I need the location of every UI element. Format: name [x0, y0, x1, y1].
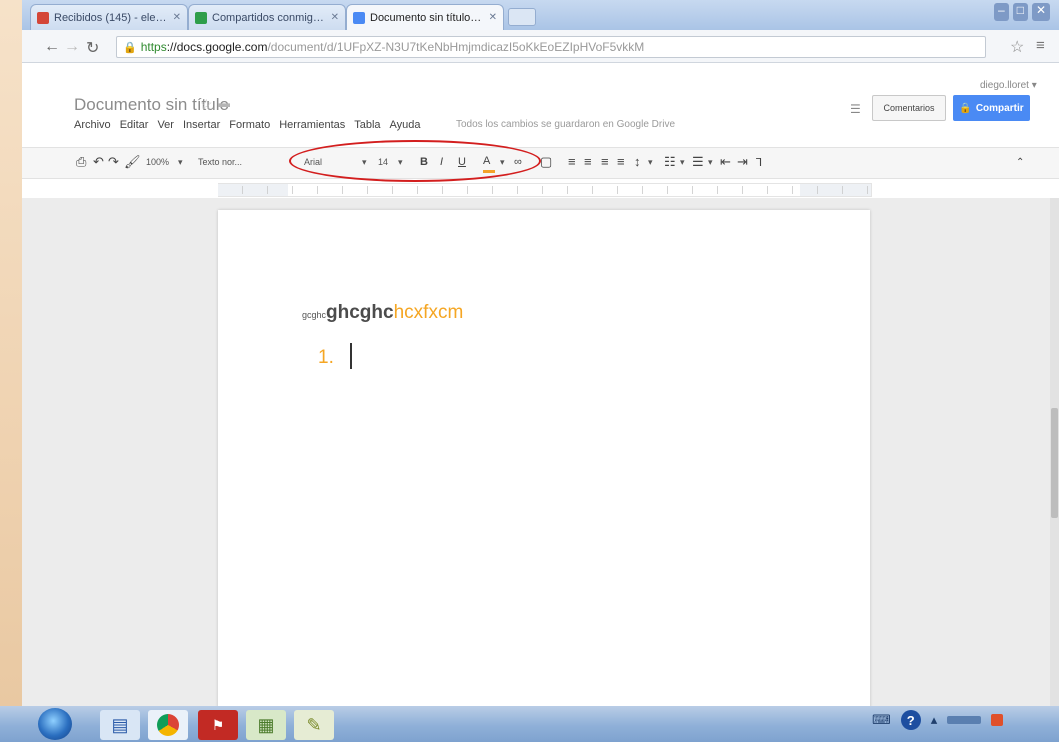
align-left-icon[interactable]: ≡ [568, 154, 576, 169]
menu-formato[interactable]: Formato [229, 119, 270, 131]
text-run-orange: hcxfxcm [393, 302, 464, 323]
language-icon[interactable]: ⌨ [872, 712, 891, 728]
network-icon[interactable] [947, 716, 982, 724]
close-icon[interactable]: ✕ [331, 12, 339, 23]
desktop-background [0, 0, 22, 742]
collapse-menus-icon[interactable]: ⌃ [1016, 157, 1024, 168]
ruler-ticks [218, 186, 872, 194]
show-hidden-icons-icon[interactable]: ▴ [931, 712, 938, 728]
image-viewer-taskbar-icon[interactable]: ▦ [246, 710, 286, 740]
chevron-down-icon[interactable]: ▾ [708, 157, 713, 168]
lock-icon: 🔒 [959, 102, 972, 114]
url-scheme: https [140, 40, 167, 54]
minimize-icon[interactable]: – [994, 3, 1009, 21]
lock-icon: 🔒 [123, 41, 137, 54]
url-input[interactable]: 🔒 https ://docs.google.com /document/d/1… [116, 36, 986, 58]
comment-list-icon[interactable]: ☰ [850, 102, 861, 116]
tab-docs[interactable]: Documento sin título - G… ✕ [346, 4, 504, 30]
align-center-icon[interactable]: ≡ [584, 154, 592, 169]
gmail-icon [37, 11, 49, 24]
system-tray: ⌨ ? ▴ [872, 710, 1004, 730]
scrollbar-thumb[interactable] [1051, 408, 1058, 518]
tab-label: Compartidos conmigo - … [212, 11, 326, 24]
start-button[interactable] [38, 708, 72, 740]
account-switcher[interactable]: diego.lloret ▾ [980, 80, 1037, 91]
bulleted-list-icon[interactable]: ☰ [692, 154, 704, 170]
menu-ver[interactable]: Ver [157, 119, 174, 131]
save-status[interactable]: Todos los cambios se guardaron en Google… [456, 119, 675, 130]
comment-icon[interactable]: ▢ [540, 154, 552, 170]
zoom-select[interactable]: 100% [146, 157, 169, 167]
text-cursor [350, 343, 352, 369]
window-controls: – □ ✕ [994, 3, 1050, 21]
folder-icon[interactable]: ▬ [218, 96, 230, 110]
bookmark-star-icon[interactable]: ☆ [1010, 37, 1024, 57]
text-run-bold: ghcghc [326, 302, 394, 323]
align-right-icon[interactable]: ≡ [601, 154, 609, 169]
url-path: /document/d/1UFpXZ-N3U7tKeNbHmjmdicazI5o… [267, 40, 645, 54]
menu-archivo[interactable]: Archivo [74, 119, 111, 131]
list-item-number: 1. [318, 347, 334, 368]
docs-icon [353, 11, 365, 24]
chrome-taskbar-icon[interactable] [148, 710, 188, 740]
tab-label: Documento sin título - G… [370, 11, 484, 24]
undo-icon[interactable]: ↶ [93, 154, 104, 170]
chevron-down-icon[interactable]: ▾ [178, 157, 183, 168]
document-page[interactable] [218, 210, 870, 720]
numbered-list-icon[interactable]: ☷ [664, 154, 676, 170]
close-window-icon[interactable]: ✕ [1031, 3, 1050, 21]
menu-herramientas[interactable]: Herramientas [279, 119, 345, 131]
style-select[interactable]: Texto nor... [198, 157, 242, 167]
menu-ayuda[interactable]: Ayuda [390, 119, 421, 131]
chevron-down-icon[interactable]: ▾ [680, 157, 685, 168]
antivirus-icon[interactable] [991, 714, 1004, 726]
menu-tabla[interactable]: Tabla [354, 119, 380, 131]
forward-arrow-icon[interactable]: → [64, 38, 80, 56]
tab-gmail[interactable]: Recibidos (145) - elegan… ✕ [30, 4, 188, 30]
help-icon[interactable]: ? [900, 710, 921, 730]
text-run-small: gcghc [302, 310, 327, 320]
url-host: ://docs.google.com [166, 40, 268, 54]
line-spacing-icon[interactable]: ↕ [634, 154, 641, 169]
print-icon[interactable]: ⎙ [76, 154, 86, 170]
notepad-taskbar-icon[interactable]: ✎ [294, 710, 334, 740]
star-icon[interactable]: ☆ [200, 96, 213, 113]
close-icon[interactable]: ✕ [173, 12, 181, 23]
clear-formatting-icon[interactable]: Ꞁ [756, 156, 762, 169]
align-justify-icon[interactable]: ≡ [617, 154, 625, 169]
increase-indent-icon[interactable]: ⇥ [737, 154, 748, 170]
decrease-indent-icon[interactable]: ⇤ [720, 154, 731, 170]
menu-bar: Archivo Editar Ver Insertar Formato Herr… [74, 119, 421, 131]
tab-drive[interactable]: Compartidos conmigo - … ✕ [188, 4, 346, 30]
close-icon[interactable]: ✕ [489, 12, 497, 23]
redo-icon[interactable]: ↷ [108, 154, 119, 170]
chevron-down-icon[interactable]: ▾ [648, 157, 653, 168]
explorer-taskbar-icon[interactable]: ▤ [100, 710, 140, 740]
comments-button[interactable]: Comentarios [872, 95, 946, 121]
maximize-icon[interactable]: □ [1012, 3, 1028, 21]
tab-label: Recibidos (145) - elegan… [54, 11, 168, 24]
pdf-reader-taskbar-icon[interactable]: ⚑ [198, 710, 238, 740]
new-tab-button[interactable] [508, 8, 536, 26]
menu-icon[interactable]: ≡ [1036, 37, 1045, 54]
paint-format-icon[interactable]: 🖌 [124, 154, 141, 170]
menu-insertar[interactable]: Insertar [183, 119, 220, 131]
document-text-line[interactable]: gcghcghcghchcxfxcm [302, 302, 463, 324]
share-button[interactable]: 🔒 Compartir [953, 95, 1030, 121]
menu-editar[interactable]: Editar [120, 119, 149, 131]
reload-icon[interactable]: ↻ [86, 38, 99, 58]
drive-icon [195, 11, 207, 24]
back-arrow-icon[interactable]: ← [44, 38, 60, 56]
share-label: Compartir [975, 102, 1024, 114]
red-highlight-annotation [289, 140, 541, 182]
